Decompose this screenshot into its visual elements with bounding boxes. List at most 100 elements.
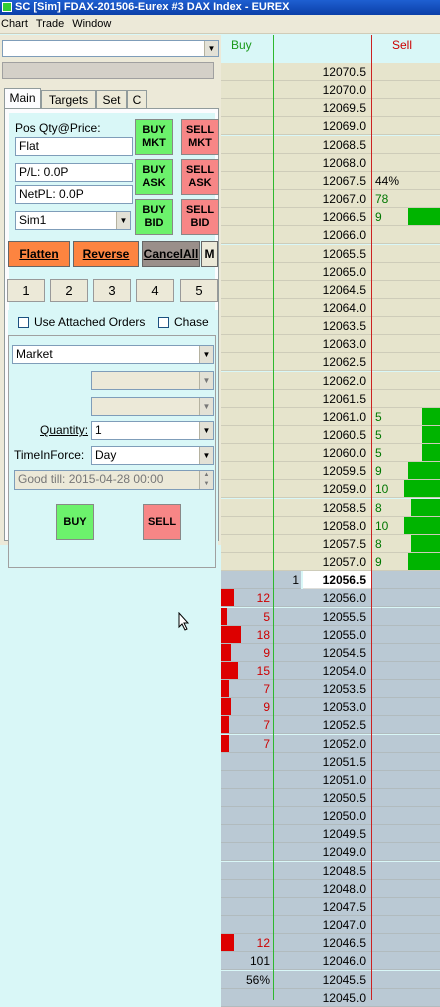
- price-cell[interactable]: 12045.5: [273, 970, 371, 989]
- qty-preset-3[interactable]: 3: [93, 279, 131, 302]
- menu-chart[interactable]: Chart: [0, 18, 32, 30]
- sell-cell[interactable]: [371, 153, 440, 172]
- buy-cell[interactable]: 56%: [221, 970, 273, 989]
- buy-cell[interactable]: [221, 407, 273, 426]
- buy-cell[interactable]: [221, 171, 273, 190]
- price-cell[interactable]: 12060.0: [273, 444, 371, 463]
- bid-row[interactable]: 56% 12045.5: [221, 970, 440, 989]
- buy-bid-button[interactable]: BUY BID: [135, 199, 173, 235]
- last-trade-row[interactable]: 1 12056.5: [221, 571, 440, 590]
- chevron-down-icon[interactable]: ▼: [199, 422, 213, 439]
- sell-cell[interactable]: [371, 789, 440, 807]
- buy-cell[interactable]: [221, 752, 273, 771]
- buy-cell[interactable]: [221, 516, 273, 535]
- price-cell[interactable]: 12057.5: [273, 534, 371, 553]
- cancel-all-button[interactable]: CancelAll: [142, 241, 200, 267]
- buy-cell[interactable]: [221, 244, 273, 263]
- sell-cell[interactable]: [371, 63, 440, 81]
- sell-cell[interactable]: [371, 99, 440, 118]
- qty-preset-2[interactable]: 2: [50, 279, 88, 302]
- price-cell[interactable]: 12060.5: [273, 426, 371, 444]
- sell-cell[interactable]: [371, 770, 440, 789]
- bid-row[interactable]: 12050.5: [221, 789, 440, 807]
- bid-row[interactable]: 12048.0: [221, 879, 440, 898]
- buy-cell[interactable]: 7: [221, 680, 273, 699]
- sell-cell[interactable]: [371, 389, 440, 408]
- ask-row[interactable]: 12058.5 8: [221, 498, 440, 517]
- price-cell[interactable]: 12064.5: [273, 280, 371, 299]
- sell-cell[interactable]: 9: [371, 208, 440, 227]
- buy-cell[interactable]: [221, 462, 273, 481]
- price-cell[interactable]: 12046.5: [273, 934, 371, 953]
- sell-cell[interactable]: [371, 335, 440, 354]
- bid-row[interactable]: 12048.5: [221, 861, 440, 880]
- price-cell[interactable]: 12051.0: [273, 770, 371, 789]
- sell-cell[interactable]: [371, 117, 440, 136]
- price-cell[interactable]: 12049.5: [273, 825, 371, 844]
- buy-cell[interactable]: [221, 807, 273, 826]
- buy-cell[interactable]: 12: [221, 934, 273, 953]
- sell-cell[interactable]: [371, 843, 440, 862]
- chevron-down-icon[interactable]: ▼: [199, 346, 213, 363]
- price-cell[interactable]: 12070.0: [273, 81, 371, 100]
- buy-cell[interactable]: [221, 389, 273, 408]
- time-in-force-select[interactable]: Day ▼: [91, 446, 214, 465]
- ask-row[interactable]: 12060.5 5: [221, 426, 440, 444]
- price-cell[interactable]: 12069.5: [273, 99, 371, 118]
- price-cell[interactable]: 12065.0: [273, 262, 371, 281]
- price-cell[interactable]: 12062.5: [273, 353, 371, 372]
- ask-row[interactable]: 12068.0: [221, 153, 440, 172]
- price2-select[interactable]: ▼: [91, 397, 214, 416]
- sell-cell[interactable]: [371, 716, 440, 735]
- ask-row[interactable]: 12060.0 5: [221, 444, 440, 463]
- buy-cell[interactable]: [221, 480, 273, 499]
- price-cell[interactable]: 12054.5: [273, 643, 371, 662]
- ask-row[interactable]: 12059.5 9: [221, 462, 440, 481]
- buy-cell[interactable]: [221, 988, 273, 1007]
- price-cell[interactable]: 12059.0: [273, 480, 371, 499]
- qty-preset-1[interactable]: 1: [7, 279, 45, 302]
- ask-row[interactable]: 12061.5: [221, 389, 440, 408]
- sell-cell[interactable]: [371, 988, 440, 1007]
- buy-cell[interactable]: [221, 99, 273, 118]
- buy-cell[interactable]: [221, 190, 273, 209]
- sell-cell[interactable]: [371, 371, 440, 390]
- sell-cell[interactable]: [371, 734, 440, 753]
- buy-cell[interactable]: 5: [221, 607, 273, 626]
- use-attached-orders-checkbox[interactable]: [18, 317, 29, 328]
- tab-targets[interactable]: Targets: [41, 90, 96, 108]
- bid-row[interactable]: 7 12053.5: [221, 680, 440, 699]
- sell-cell[interactable]: [371, 752, 440, 771]
- buy-cell[interactable]: 12: [221, 589, 273, 608]
- quantity-select[interactable]: 1 ▼: [91, 421, 214, 440]
- sell-cell[interactable]: 78: [371, 190, 440, 209]
- price-cell[interactable]: 12053.5: [273, 680, 371, 699]
- sell-cell[interactable]: [371, 589, 440, 608]
- price1-select[interactable]: ▼: [91, 371, 214, 390]
- price-cell[interactable]: 12058.0: [273, 516, 371, 535]
- buy-cell[interactable]: [221, 117, 273, 136]
- sell-cell[interactable]: [371, 807, 440, 826]
- price-cell[interactable]: 12061.0: [273, 407, 371, 426]
- sell-cell[interactable]: [371, 135, 440, 154]
- buy-cell[interactable]: 9: [221, 643, 273, 662]
- sell-cell[interactable]: [371, 825, 440, 844]
- price-cell[interactable]: 12053.0: [273, 698, 371, 717]
- buy-cell[interactable]: [221, 262, 273, 281]
- buy-cell[interactable]: 7: [221, 716, 273, 735]
- sell-cell[interactable]: [371, 970, 440, 989]
- sell-cell[interactable]: [371, 934, 440, 953]
- bid-row[interactable]: 18 12055.0: [221, 625, 440, 644]
- sell-cell[interactable]: [371, 680, 440, 699]
- buy-cell[interactable]: [221, 897, 273, 916]
- buy-cell[interactable]: [221, 843, 273, 862]
- sell-cell[interactable]: [371, 879, 440, 898]
- bid-row[interactable]: 5 12055.5: [221, 607, 440, 626]
- tab-c[interactable]: C: [127, 90, 147, 108]
- sell-cell[interactable]: [371, 262, 440, 281]
- buy-cell[interactable]: 18: [221, 625, 273, 644]
- bid-row[interactable]: 12045.0: [221, 988, 440, 1007]
- price-cell[interactable]: 12046.0: [273, 952, 371, 971]
- price-cell[interactable]: 12063.5: [273, 317, 371, 336]
- ask-row[interactable]: 12066.0: [221, 226, 440, 245]
